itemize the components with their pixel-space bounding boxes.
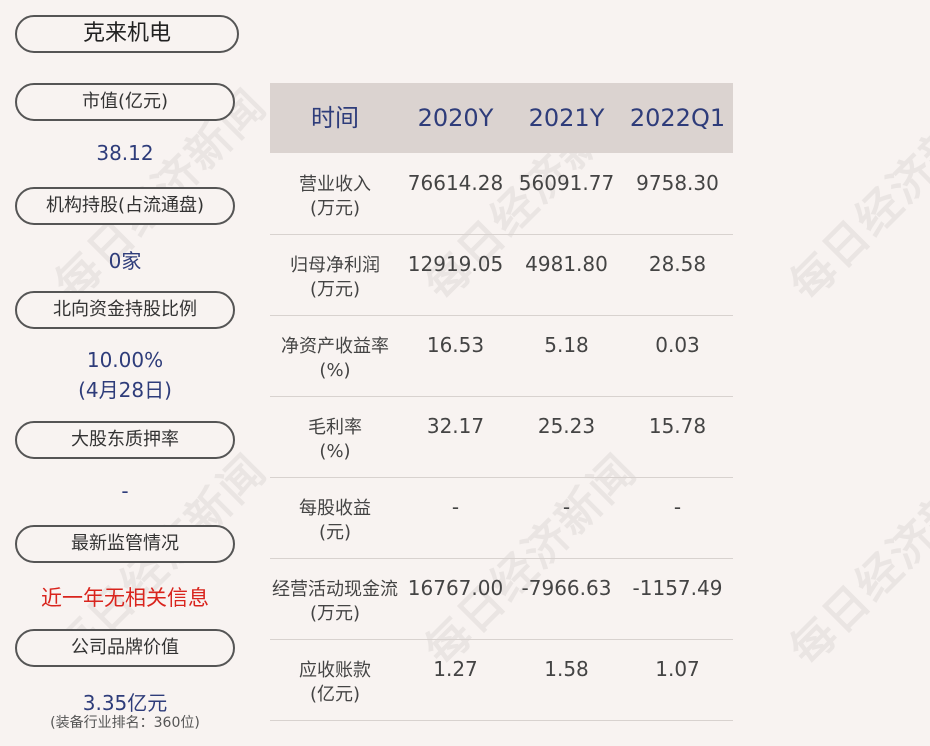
table-cell: 25.23 <box>537 414 596 438</box>
regulation-value: 近一年无相关信息 <box>41 586 209 610</box>
table-cell: -1157.49 <box>632 576 723 600</box>
table-row: 毛利率 (%) 32.17 25.23 15.78 <box>270 396 733 478</box>
table-cell: -7966.63 <box>521 576 612 600</box>
table-header: 时间 2020Y 2021Y 2022Q1 <box>270 83 733 153</box>
table-cell: 5.18 <box>544 333 589 357</box>
pledge-ratio-value: - <box>121 479 129 503</box>
table-cell: 56091.77 <box>518 171 615 195</box>
northbound-ratio-value: 10.00% <box>86 348 164 372</box>
company-name: 克来机电 <box>15 15 239 53</box>
row-label: 营业收入 (万元) <box>299 174 371 219</box>
header-2022q1: 2022Q1 <box>629 104 726 132</box>
regulation-label: 最新监管情况 <box>15 525 235 563</box>
row-label: 每股收益 (元) <box>299 498 371 543</box>
table-cell: 32.17 <box>426 414 485 438</box>
header-time: 时间 <box>311 104 359 132</box>
table-cell: 0.03 <box>655 333 700 357</box>
watermark: 每日经济新闻 <box>780 444 930 676</box>
table-cell: 1.58 <box>544 657 589 681</box>
northbound-ratio-date: (4月28日) <box>78 378 172 402</box>
table-row: 归母净利润 (万元) 12919.05 4981.80 28.58 <box>270 234 733 316</box>
brand-value-label: 公司品牌价值 <box>15 629 235 667</box>
table-cell: 1.27 <box>433 657 478 681</box>
row-label: 经营活动现金流 (万元) <box>272 579 398 624</box>
table-cell: 16767.00 <box>407 576 504 600</box>
table-cell: 15.78 <box>648 414 707 438</box>
table-cell: - <box>673 495 682 519</box>
table-cell: 4981.80 <box>525 252 608 276</box>
table-cell: - <box>451 495 460 519</box>
market-cap-label: 市值(亿元) <box>15 83 235 121</box>
table-cell: 12919.05 <box>407 252 504 276</box>
pledge-ratio-label: 大股东质押率 <box>15 421 235 459</box>
brand-rank-note: (装备行业排名：360位) <box>50 715 200 731</box>
header-2021y: 2021Y <box>528 104 605 132</box>
table-cell: 76614.28 <box>407 171 504 195</box>
institution-holding-label: 机构持股(占流通盘) <box>15 187 235 225</box>
table-row: 净资产收益率 (%) 16.53 5.18 0.03 <box>270 315 733 397</box>
row-label: 应收账款 (亿元) <box>299 660 371 705</box>
table-cell: 16.53 <box>426 333 485 357</box>
table-cell: 1.07 <box>655 657 700 681</box>
row-label: 归母净利润 (万元) <box>290 255 380 300</box>
table-cell: 9758.30 <box>636 171 719 195</box>
table-row: 每股收益 (元) - - - <box>270 477 733 559</box>
header-2020y: 2020Y <box>417 104 494 132</box>
row-label: 净资产收益率 (%) <box>281 336 389 381</box>
northbound-ratio-label: 北向资金持股比例 <box>15 291 235 329</box>
market-cap-value: 38.12 <box>96 141 154 165</box>
table-row: 经营活动现金流 (万元) 16767.00 -7966.63 -1157.49 <box>270 558 733 640</box>
table-cell: - <box>562 495 571 519</box>
watermark: 每日经济新闻 <box>780 79 930 311</box>
row-label: 毛利率 (%) <box>308 417 362 462</box>
table-row: 营业收入 (万元) 76614.28 56091.77 9758.30 <box>270 153 733 235</box>
institution-holding-value: 0家 <box>108 249 142 273</box>
table-cell: 28.58 <box>648 252 707 276</box>
table-row: 应收账款 (亿元) 1.27 1.58 1.07 <box>270 639 733 721</box>
